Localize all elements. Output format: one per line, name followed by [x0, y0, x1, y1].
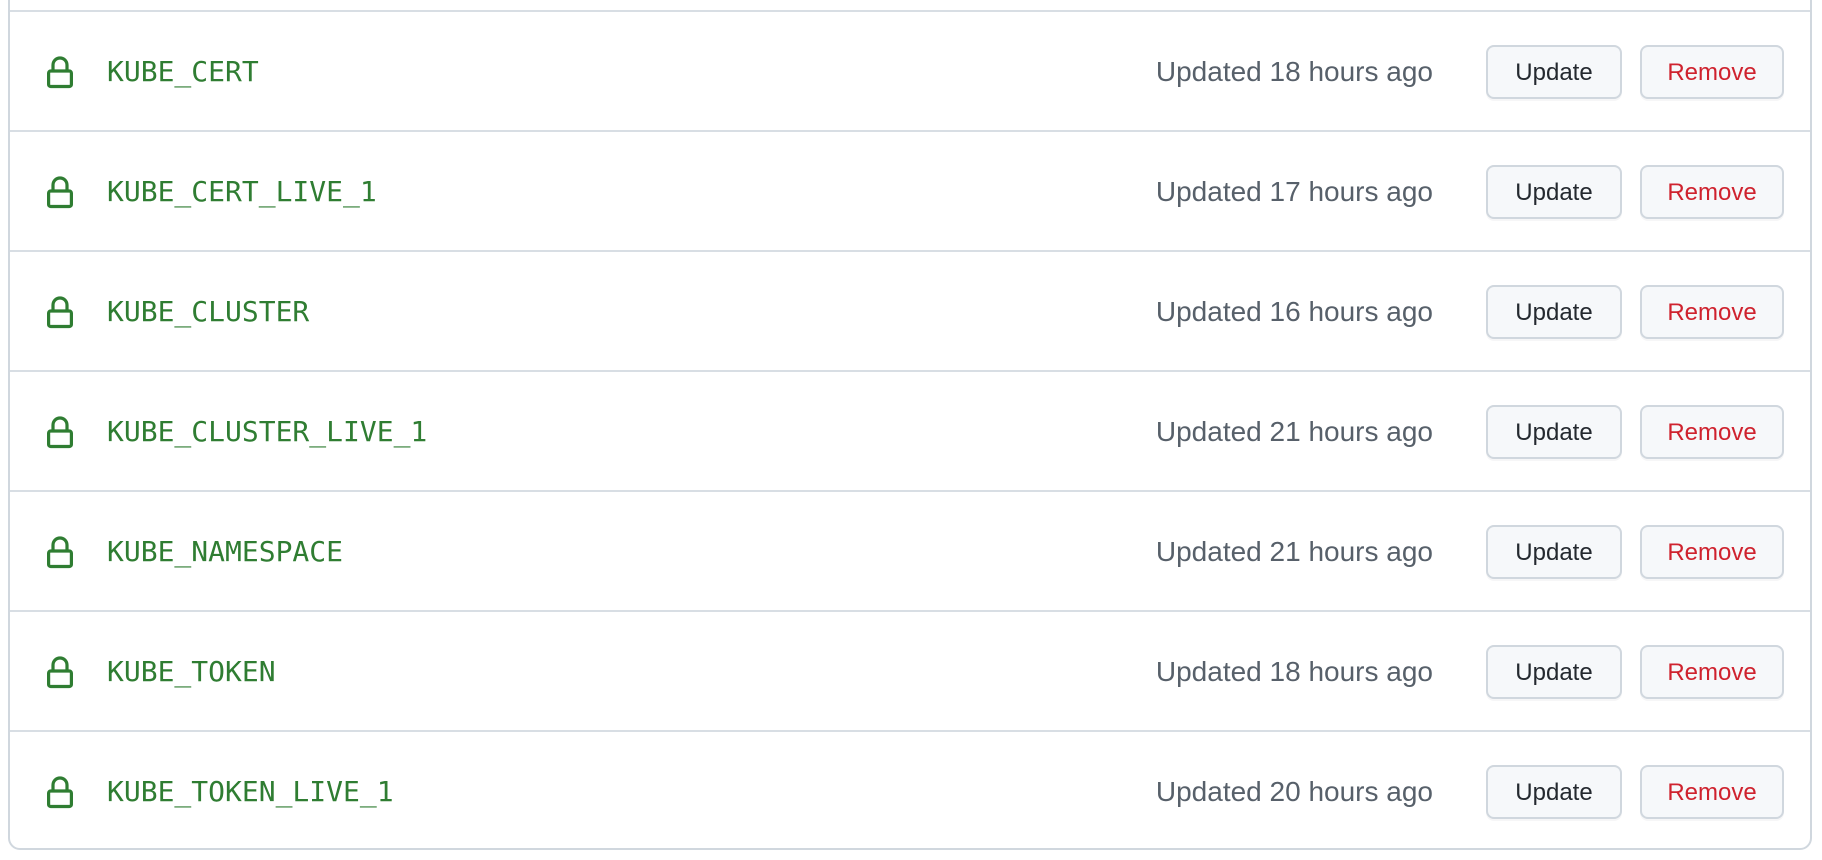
secret-row: KUBE_NAMESPACE Updated 21 hours ago Upda…: [10, 490, 1810, 610]
lock-icon: [44, 54, 76, 90]
updated-timestamp: Updated 21 hours ago: [1155, 416, 1433, 447]
secret-name: KUBE_NAMESPACE: [107, 535, 344, 568]
secret-row: KUBE_CERT Updated 18 hours ago Update Re…: [10, 10, 1810, 130]
lock-icon: [44, 534, 76, 570]
secret-name: KUBE_TOKEN: [107, 655, 276, 688]
lock-icon: [44, 174, 76, 210]
secret-row: KUBE_CLUSTER_LIVE_1 Updated 21 hours ago…: [10, 370, 1810, 490]
updated-timestamp: Updated 16 hours ago: [1155, 296, 1433, 327]
secret-name: KUBE_CLUSTER_LIVE_1: [107, 415, 428, 448]
secret-name: KUBE_TOKEN_LIVE_1: [107, 775, 394, 808]
remove-button[interactable]: Remove: [1640, 285, 1784, 339]
update-button[interactable]: Update: [1486, 45, 1622, 99]
updated-timestamp: Updated 18 hours ago: [1155, 56, 1433, 87]
update-button[interactable]: Update: [1486, 645, 1622, 699]
remove-button[interactable]: Remove: [1640, 645, 1784, 699]
remove-button[interactable]: Remove: [1640, 405, 1784, 459]
lock-icon: [44, 774, 76, 810]
updated-timestamp: Updated 17 hours ago: [1155, 176, 1433, 207]
secret-row: KUBE_TOKEN Updated 18 hours ago Update R…: [10, 610, 1810, 730]
lock-icon: [44, 294, 76, 330]
secret-row: KUBE_CERT_LIVE_1 Updated 17 hours ago Up…: [10, 130, 1810, 250]
secret-name: KUBE_CERT_LIVE_1: [107, 175, 377, 208]
secret-row: KUBE_TOKEN_LIVE_1 Updated 20 hours ago U…: [10, 730, 1810, 850]
secret-name: KUBE_CLUSTER: [107, 295, 310, 328]
updated-timestamp: Updated 18 hours ago: [1155, 656, 1433, 687]
update-button[interactable]: Update: [1486, 765, 1622, 819]
secret-name: KUBE_CERT: [107, 55, 259, 88]
secrets-list: KUBE_CERT Updated 18 hours ago Update Re…: [8, 0, 1812, 850]
remove-button[interactable]: Remove: [1640, 165, 1784, 219]
lock-icon: [44, 414, 76, 450]
lock-icon: [44, 654, 76, 690]
secret-row: KUBE_CLUSTER Updated 16 hours ago Update…: [10, 250, 1810, 370]
updated-timestamp: Updated 21 hours ago: [1155, 536, 1433, 567]
update-button[interactable]: Update: [1486, 165, 1622, 219]
remove-button[interactable]: Remove: [1640, 525, 1784, 579]
update-button[interactable]: Update: [1486, 405, 1622, 459]
update-button[interactable]: Update: [1486, 285, 1622, 339]
remove-button[interactable]: Remove: [1640, 765, 1784, 819]
remove-button[interactable]: Remove: [1640, 45, 1784, 99]
updated-timestamp: Updated 20 hours ago: [1155, 776, 1433, 807]
update-button[interactable]: Update: [1486, 525, 1622, 579]
